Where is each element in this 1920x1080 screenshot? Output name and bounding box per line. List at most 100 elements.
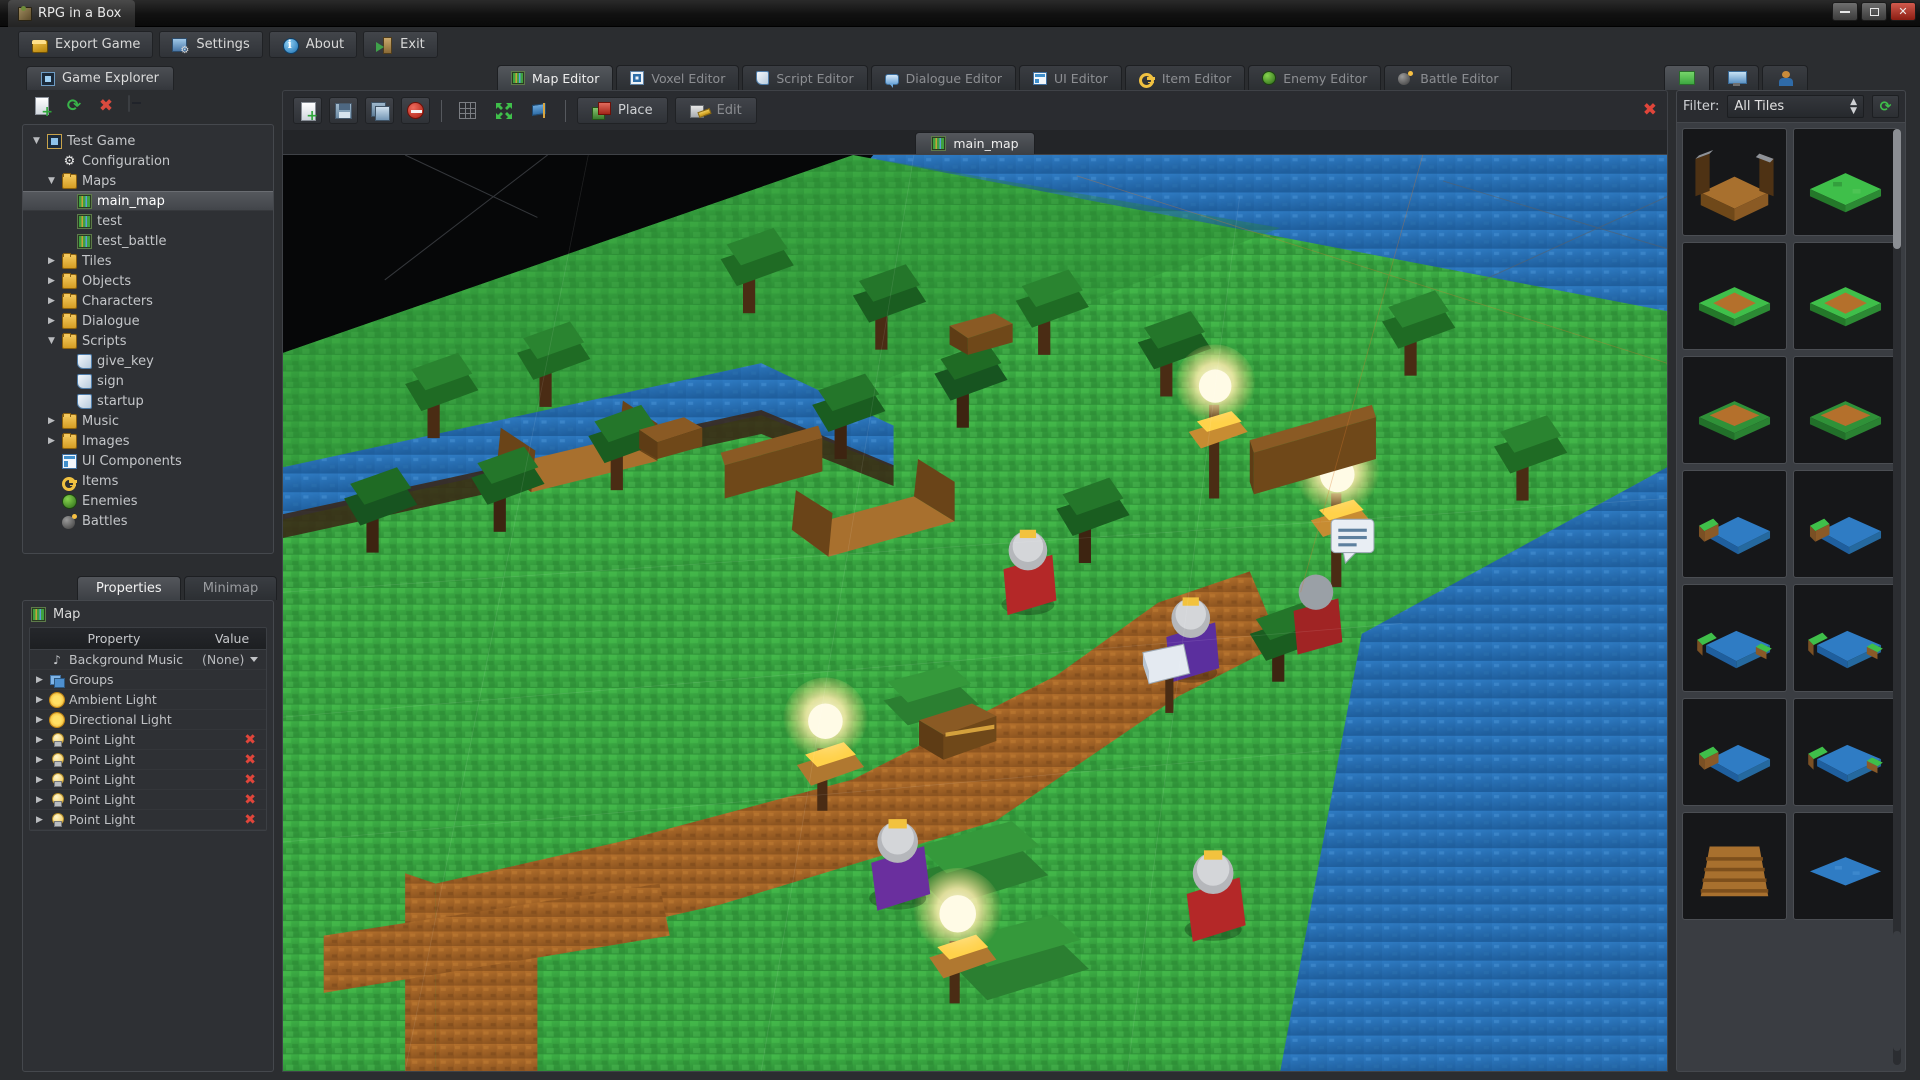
edit-mode-button[interactable]: Edit: [675, 97, 757, 124]
palette-tile-grass-water-edge-tile-4[interactable]: [1793, 698, 1898, 806]
chevron-right-icon[interactable]: ▶: [34, 670, 45, 690]
tree-item-enemies[interactable]: Enemies: [23, 491, 273, 511]
about-button[interactable]: About: [269, 31, 357, 58]
maximize-button[interactable]: [1861, 2, 1887, 21]
tree-item-main-map[interactable]: main_map: [23, 191, 273, 211]
tree-item-startup[interactable]: startup: [23, 391, 273, 411]
tree-item-ui-components[interactable]: UI Components: [23, 451, 273, 471]
tab-voxel-editor[interactable]: Voxel Editor: [616, 65, 739, 90]
palette-tile-wooden-bridge-tile[interactable]: [1682, 128, 1787, 236]
exit-button[interactable]: Exit: [363, 31, 438, 58]
tree-item-images[interactable]: ▶Images: [23, 431, 273, 451]
game-explorer-tree[interactable]: ▼Test Game⚙Configuration▼Mapsmain_maptes…: [22, 124, 274, 554]
settings-button[interactable]: Settings: [159, 31, 262, 58]
chevron-right-icon[interactable]: ▶: [34, 710, 45, 730]
palette-tile-grass-dirt-path-tile[interactable]: [1682, 242, 1787, 350]
palette-tile-grass-water-edge-tile[interactable]: [1682, 470, 1787, 578]
flag-button[interactable]: [525, 97, 554, 124]
chevron-right-icon[interactable]: ▶: [46, 431, 57, 451]
tree-item-battles[interactable]: Battles: [23, 511, 273, 531]
tab-characters-palette[interactable]: [1762, 65, 1808, 90]
tab-dialogue-editor[interactable]: Dialogue Editor: [871, 65, 1016, 90]
chevron-down-icon[interactable]: ▼: [46, 171, 57, 191]
tree-item-give-key[interactable]: give_key: [23, 351, 273, 371]
property-row[interactable]: ▶Point Light✖: [30, 790, 266, 810]
chevron-right-icon[interactable]: ▶: [34, 750, 45, 770]
toggle-grid-button[interactable]: [453, 97, 482, 124]
export-game-button[interactable]: Export Game: [18, 31, 153, 58]
delete-icon[interactable]: ✖: [96, 96, 116, 116]
chevron-down-icon[interactable]: [250, 657, 258, 662]
close-map-icon[interactable]: ✖: [1643, 102, 1657, 119]
chevron-down-icon[interactable]: ▼: [46, 331, 57, 351]
tile-palette[interactable]: [1676, 122, 1906, 1072]
tree-item-items[interactable]: Items: [23, 471, 273, 491]
chevron-down-icon[interactable]: ▼: [31, 131, 42, 151]
tree-item-test-game[interactable]: ▼Test Game: [23, 131, 273, 151]
tab-battle-editor[interactable]: Battle Editor: [1384, 65, 1512, 90]
tree-item-objects[interactable]: ▶Objects: [23, 271, 273, 291]
palette-tile-grass-water-corner-tile-2[interactable]: [1793, 584, 1898, 692]
tab-item-editor[interactable]: Item Editor: [1125, 65, 1245, 90]
close-button[interactable]: ✕: [1890, 2, 1916, 21]
tree-item-test[interactable]: test: [23, 211, 273, 231]
tab-objects-palette[interactable]: [1713, 65, 1759, 90]
chevron-right-icon[interactable]: ▶: [34, 790, 45, 810]
tree-item-dialogue[interactable]: ▶Dialogue: [23, 311, 273, 331]
chevron-right-icon[interactable]: ▶: [46, 311, 57, 331]
filter-select[interactable]: All Tiles ▲▼: [1727, 95, 1864, 118]
chevron-right-icon[interactable]: ▶: [46, 291, 57, 311]
tree-item-configuration[interactable]: ⚙Configuration: [23, 151, 273, 171]
palette-tile-grass-water-edge-tile-2[interactable]: [1793, 470, 1898, 578]
new-map-button[interactable]: [293, 97, 322, 124]
property-row[interactable]: ▶Groups: [30, 670, 266, 690]
tree-item-music[interactable]: ▶Music: [23, 411, 273, 431]
map-tab-main-map[interactable]: main_map: [915, 132, 1034, 154]
tree-item-characters[interactable]: ▶Characters: [23, 291, 273, 311]
minimize-button[interactable]: [1832, 2, 1858, 21]
delete-property-icon[interactable]: ✖: [244, 773, 256, 787]
new-file-icon[interactable]: [32, 96, 52, 116]
tree-item-maps[interactable]: ▼Maps: [23, 171, 273, 191]
palette-tile-grass-tile[interactable]: [1793, 128, 1898, 236]
refresh-icon[interactable]: ⟳: [64, 96, 84, 116]
chevron-right-icon[interactable]: ▶: [46, 251, 57, 271]
palette-scrollbar[interactable]: [1893, 129, 1901, 1065]
chevron-right-icon[interactable]: ▶: [46, 271, 57, 291]
property-row[interactable]: ▶Point Light✖: [30, 770, 266, 790]
property-row[interactable]: ▶Point Light✖: [30, 750, 266, 770]
chevron-right-icon[interactable]: ▶: [34, 730, 45, 750]
delete-property-icon[interactable]: ✖: [244, 793, 256, 807]
save-all-button[interactable]: [365, 97, 394, 124]
map-viewport-3d[interactable]: [282, 154, 1668, 1072]
property-row[interactable]: ▶Point Light✖: [30, 810, 266, 830]
chevron-right-icon[interactable]: ▶: [34, 690, 45, 710]
place-mode-button[interactable]: Place: [577, 97, 668, 124]
tree-item-test-battle[interactable]: test_battle: [23, 231, 273, 251]
chevron-right-icon[interactable]: ▶: [34, 810, 45, 830]
property-row[interactable]: ♪Background Music(None): [30, 650, 266, 670]
palette-tile-grass-water-edge-tile-3[interactable]: [1682, 698, 1787, 806]
tab-map-editor[interactable]: Map Editor: [497, 65, 613, 90]
chevron-right-icon[interactable]: ▶: [34, 770, 45, 790]
property-row[interactable]: ▶Ambient Light: [30, 690, 266, 710]
tree-item-tiles[interactable]: ▶Tiles: [23, 251, 273, 271]
palette-tile-grass-water-corner-tile[interactable]: [1682, 584, 1787, 692]
tab-enemy-editor[interactable]: Enemy Editor: [1248, 65, 1381, 90]
save-map-button[interactable]: [329, 97, 358, 124]
collapse-icon[interactable]: [128, 95, 130, 112]
property-row[interactable]: ▶Directional Light: [30, 710, 266, 730]
stop-button[interactable]: [401, 97, 430, 124]
tab-ui-editor[interactable]: UI Editor: [1019, 65, 1122, 90]
tab-minimap[interactable]: Minimap: [184, 576, 278, 600]
tab-tiles-palette[interactable]: [1664, 65, 1710, 90]
palette-tile-water-tile[interactable]: [1793, 812, 1898, 920]
palette-tile-wooden-stairs-tile[interactable]: [1682, 812, 1787, 920]
delete-property-icon[interactable]: ✖: [244, 813, 256, 827]
delete-property-icon[interactable]: ✖: [244, 733, 256, 747]
palette-tile-grass-dirt-slope-tile-2[interactable]: [1793, 356, 1898, 464]
property-row[interactable]: ▶Point Light✖: [30, 730, 266, 750]
chevron-right-icon[interactable]: ▶: [46, 411, 57, 431]
palette-tile-grass-dirt-path-tile-2[interactable]: [1793, 242, 1898, 350]
tree-item-sign[interactable]: sign: [23, 371, 273, 391]
